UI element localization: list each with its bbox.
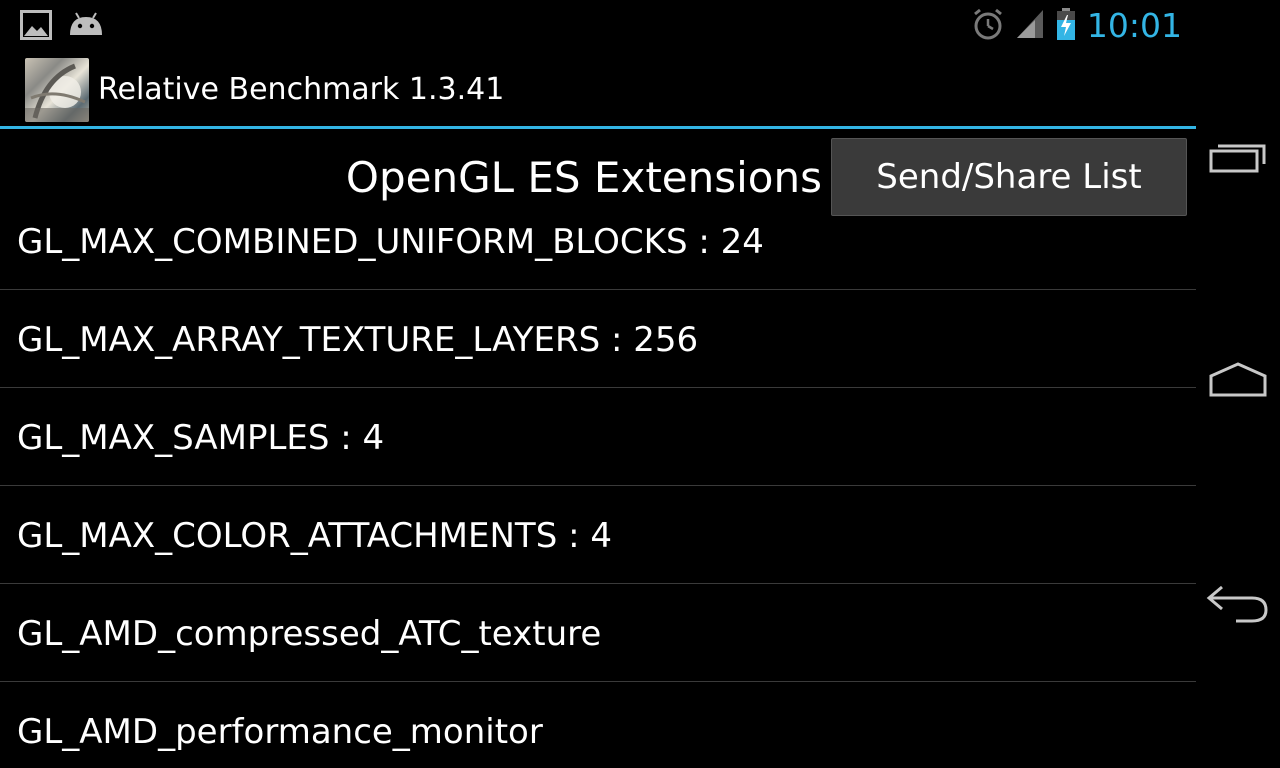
status-clock: 10:01 bbox=[1086, 6, 1182, 45]
app-icon[interactable] bbox=[25, 58, 89, 122]
signal-icon bbox=[1015, 8, 1045, 44]
status-bar: 10:01 bbox=[0, 0, 1196, 50]
list-item-label: GL_MAX_COLOR_ATTACHMENTS : 4 bbox=[17, 516, 612, 556]
list-item[interactable]: GL_MAX_COMBINED_UNIFORM_BLOCKS : 24 bbox=[0, 193, 1196, 290]
action-bar: Relative Benchmark 1.3.41 bbox=[0, 52, 1196, 126]
list-item-label: GL_MAX_ARRAY_TEXTURE_LAYERS : 256 bbox=[17, 320, 699, 360]
gallery-icon bbox=[20, 10, 52, 44]
alarm-icon bbox=[971, 7, 1005, 45]
battery-charging-icon bbox=[1055, 7, 1077, 45]
main-content: OpenGL ES Extensions Send/Share List GL_… bbox=[0, 129, 1196, 768]
navigation-bar bbox=[1196, 0, 1280, 768]
notification-icons bbox=[20, 10, 104, 44]
extension-list[interactable]: GL_MAX_COMBINED_UNIFORM_BLOCKS : 24 GL_M… bbox=[0, 193, 1196, 768]
system-icons: 10:01 bbox=[971, 6, 1182, 45]
list-item-label: GL_AMD_performance_monitor bbox=[17, 712, 543, 752]
list-item[interactable]: GL_MAX_ARRAY_TEXTURE_LAYERS : 256 bbox=[0, 290, 1196, 388]
list-item[interactable]: GL_MAX_SAMPLES : 4 bbox=[0, 388, 1196, 486]
home-icon bbox=[1208, 362, 1268, 402]
home-button[interactable] bbox=[1196, 322, 1280, 442]
recent-apps-button[interactable] bbox=[1196, 100, 1280, 220]
list-item[interactable]: GL_MAX_COLOR_ATTACHMENTS : 4 bbox=[0, 486, 1196, 584]
list-item-label: GL_MAX_SAMPLES : 4 bbox=[17, 418, 385, 458]
list-item-label: GL_MAX_COMBINED_UNIFORM_BLOCKS : 24 bbox=[17, 222, 764, 262]
list-item[interactable]: GL_AMD_performance_monitor bbox=[0, 682, 1196, 768]
recent-apps-icon bbox=[1208, 142, 1268, 178]
back-icon bbox=[1206, 584, 1270, 628]
list-item[interactable]: GL_AMD_compressed_ATC_texture bbox=[0, 584, 1196, 682]
android-icon bbox=[68, 11, 104, 43]
list-item-label: GL_AMD_compressed_ATC_texture bbox=[17, 614, 602, 654]
screen: 10:01 Relative Benchmark 1.3.41 OpenGL E… bbox=[0, 0, 1280, 768]
back-button[interactable] bbox=[1196, 546, 1280, 666]
app-title: Relative Benchmark 1.3.41 bbox=[98, 72, 505, 107]
